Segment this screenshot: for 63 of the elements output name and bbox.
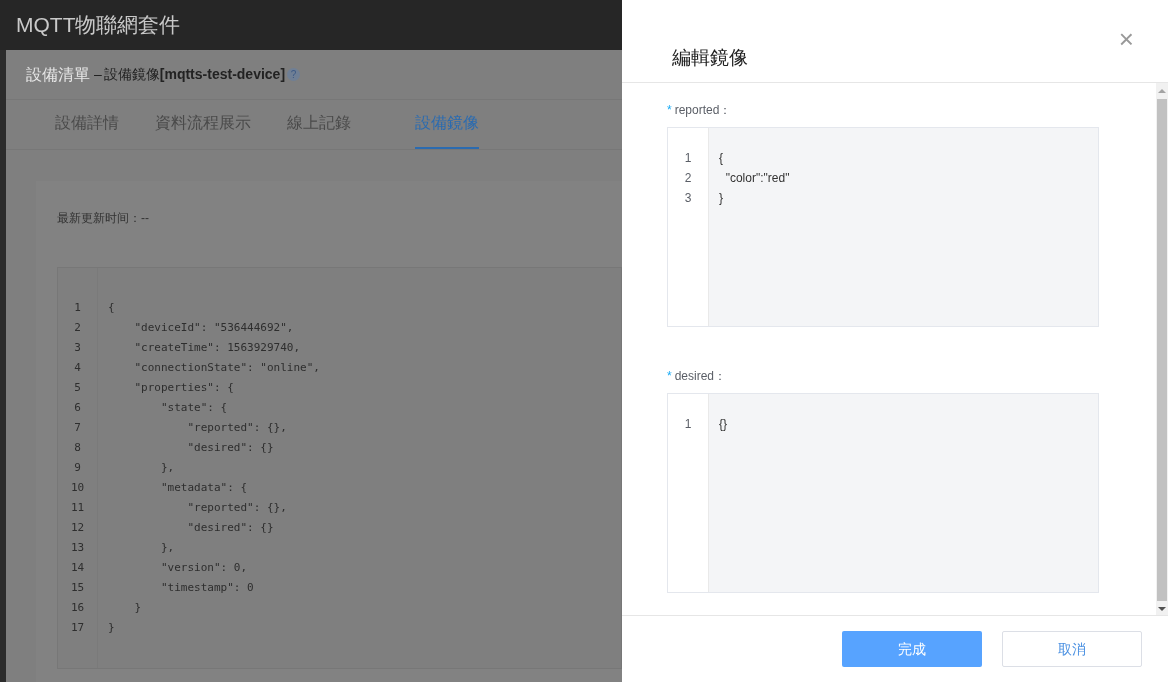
- line-number: 1: [684, 416, 692, 433]
- line-number: 13: [70, 540, 85, 556]
- code-line: }: [133, 600, 143, 616]
- code-line: {}: [719, 416, 727, 433]
- code-line: "desired": {}: [186, 440, 275, 456]
- line-number: 7: [74, 420, 81, 436]
- code-line: "reported": {},: [186, 500, 288, 516]
- scroll-up-icon[interactable]: [1158, 89, 1166, 93]
- line-number: 10: [70, 480, 85, 496]
- code-editor[interactable]: 1 2 3 { "color":"red" }: [667, 127, 1099, 327]
- help-icon[interactable]: ?: [287, 68, 301, 81]
- app-title: MQTT物聯網套件: [16, 12, 181, 39]
- line-number: 1: [684, 150, 692, 167]
- confirm-button[interactable]: 完成: [842, 631, 982, 667]
- code-line: {: [108, 300, 116, 316]
- line-number: 9: [74, 460, 81, 476]
- code-line: "deviceId": "536444692",: [133, 320, 295, 336]
- close-button[interactable]: ×: [1118, 26, 1134, 52]
- line-number: 1: [74, 300, 81, 316]
- line-number: 6: [74, 400, 81, 416]
- code-line: "properties": {: [133, 380, 235, 396]
- scrollbar[interactable]: [1156, 83, 1168, 615]
- line-number: 3: [74, 340, 81, 356]
- code-line: "connectionState": "online",: [133, 360, 320, 376]
- code-line: },: [159, 460, 176, 476]
- line-number: 11: [70, 500, 85, 516]
- code-line: "color":"red": [724, 170, 790, 187]
- line-number: 17: [70, 620, 85, 636]
- line-number: 2: [684, 170, 692, 187]
- code-line: "timestamp": 0: [159, 580, 255, 596]
- field-label: reported：: [674, 102, 732, 119]
- code-line: "state": {: [159, 400, 229, 416]
- code-line: }: [719, 190, 724, 207]
- field-label: desired：: [674, 368, 727, 385]
- code-line: {: [719, 150, 724, 167]
- separator: –: [94, 65, 102, 84]
- breadcrumb[interactable]: 設備清單: [26, 62, 90, 87]
- line-number: 8: [74, 440, 81, 456]
- code-line: "metadata": {: [159, 480, 249, 496]
- code-line: }: [108, 620, 116, 636]
- cancel-button[interactable]: 取消: [1002, 631, 1142, 667]
- line-number: 4: [74, 360, 81, 376]
- scrollbar-thumb[interactable]: [1157, 99, 1167, 601]
- scroll-down-icon[interactable]: [1158, 607, 1166, 611]
- code-line: "version": 0,: [159, 560, 249, 576]
- required-mark: *: [667, 368, 672, 385]
- tab[interactable]: 設備鏡像: [415, 99, 479, 149]
- code-line: "reported": {},: [186, 420, 288, 436]
- line-number: 2: [74, 320, 81, 336]
- code-line: "desired": {}: [186, 520, 275, 536]
- code-editor[interactable]: 1 {}: [667, 393, 1099, 593]
- line-number: 5: [74, 380, 81, 396]
- line-number: 12: [70, 520, 85, 536]
- line-number: 16: [70, 600, 85, 616]
- update-time: 最新更新时间：--: [57, 210, 150, 227]
- line-number: 15: [70, 580, 85, 596]
- line-number: 14: [70, 560, 85, 576]
- line-number: 3: [684, 190, 692, 207]
- code-line: },: [159, 540, 176, 556]
- page-subtitle: 設備鏡像[mqtts-test-device]: [103, 65, 286, 84]
- code-line: "createTime": 1563929740,: [133, 340, 302, 356]
- drawer-title: 編輯鏡像: [672, 45, 748, 70]
- required-mark: *: [667, 102, 672, 119]
